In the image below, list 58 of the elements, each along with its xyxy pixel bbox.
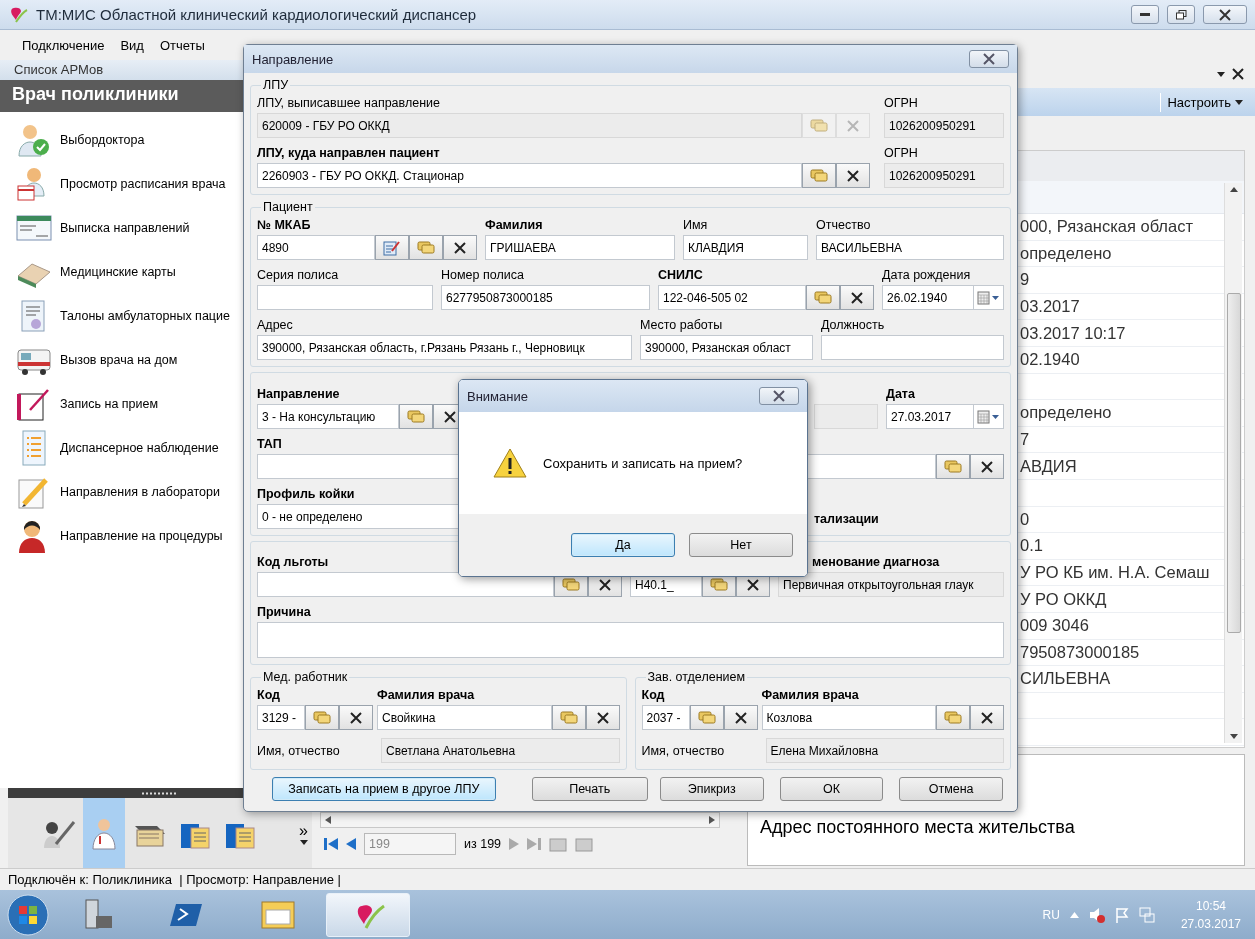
field-label: тализации (814, 511, 880, 528)
field-label: № МКАБ (257, 217, 312, 234)
window-title: ТМ:МИС Областной клинический кардиологический диспансер (36, 6, 478, 23)
field-label: Серия полиса (257, 267, 340, 284)
field-label: Направление (257, 386, 341, 403)
field-label: Код (641, 687, 666, 704)
property-value: У РО ОККД (1020, 589, 1107, 609)
page-count: из 199 (464, 837, 502, 851)
field-label: Номер полиса (441, 267, 525, 284)
field-label: ТАП (257, 436, 283, 453)
group-title: Зав. отделением (646, 670, 747, 684)
field-label: ОГРН (884, 145, 919, 162)
status-text: Подключён к: Поликлиника | Просмотр: Направление | (8, 872, 341, 887)
field-label: Имя (683, 217, 709, 234)
field-label: Фамилия (485, 217, 544, 234)
field-label: Код (257, 687, 282, 704)
field-label: Дата (886, 386, 916, 403)
description-text: Адрес постоянного места жительства (760, 817, 1075, 837)
property-value: 000, Рязанская област (1020, 217, 1193, 237)
field-label: Должность (821, 317, 886, 334)
clock-date: 27.03.2017 (1180, 916, 1241, 931)
field-label: Профиль койки (257, 486, 356, 503)
property-value: 7 (1020, 430, 1030, 450)
field-label: Фамилия врача (377, 687, 476, 704)
field-label: ОГРН (884, 95, 919, 112)
field-label: Место работы (640, 317, 724, 334)
property-value: 009 3046 (1020, 616, 1089, 636)
property-value: 02.1940 (1020, 350, 1080, 370)
field-label: Причина (257, 604, 312, 621)
property-value: СИЛЬЕВНА (1020, 669, 1111, 689)
field-label: Отчество (816, 217, 872, 234)
field-label: Адрес (257, 317, 294, 334)
clock-time: 10:54 (1195, 898, 1226, 913)
property-value: АВДИЯ (1020, 456, 1077, 476)
field-label: Имя, отчество (257, 743, 341, 758)
property-value: определено (1020, 243, 1112, 263)
property-value: определено (1020, 403, 1112, 423)
field-label: Дата рождения (882, 267, 972, 284)
property-value: 03.2017 10:17 (1020, 323, 1126, 343)
field-label: Фамилия врача (761, 687, 860, 704)
field-label: Имя, отчество (641, 743, 726, 758)
alert-message: Сохранить и записать на прием? (543, 455, 743, 471)
group-title: Мед. работник (262, 670, 349, 684)
group-title: ЛПУ (262, 78, 290, 92)
input-field: Елена Михайловна (765, 738, 1004, 763)
field-label: ЛПУ, куда направлен пациент (257, 145, 441, 162)
property-value: 7950873000185 (1020, 642, 1140, 662)
field-label: менование диагноза (812, 554, 941, 571)
property-value: У РО КБ им. Н.А. Семаш (1020, 563, 1210, 582)
property-value: 9 (1020, 270, 1030, 290)
group-title: Пациент (262, 200, 314, 214)
input-field: Светлана Анатольевна (381, 738, 620, 763)
property-value: 03.2017 (1020, 297, 1080, 317)
property-value: 0.1 (1020, 536, 1043, 556)
field-label: Код льготы (257, 554, 330, 571)
property-value: 0 (1020, 509, 1030, 529)
field-label: СНИЛС (658, 267, 704, 284)
dialog-title: Внимание (467, 388, 528, 404)
